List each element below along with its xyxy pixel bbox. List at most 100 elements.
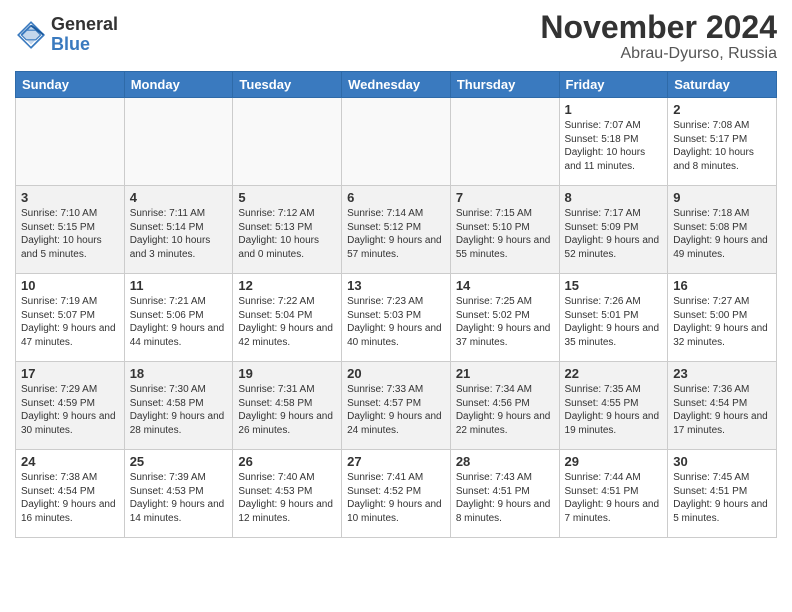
table-row xyxy=(124,98,233,186)
day-info: Sunrise: 7:10 AMSunset: 5:15 PMDaylight:… xyxy=(21,207,119,261)
day-info: Sunrise: 7:23 AMSunset: 5:03 PMDaylight:… xyxy=(347,295,445,349)
day-info: Sunrise: 7:19 AMSunset: 5:07 PMDaylight:… xyxy=(21,295,119,349)
day-number: 15 xyxy=(565,278,663,293)
calendar-table: Sunday Monday Tuesday Wednesday Thursday… xyxy=(15,71,777,538)
day-number: 18 xyxy=(130,366,228,381)
table-row: 13 Sunrise: 7:23 AMSunset: 5:03 PMDayligh… xyxy=(342,274,451,362)
day-number: 29 xyxy=(565,454,663,469)
day-number: 3 xyxy=(21,190,119,205)
calendar-week-row: 3 Sunrise: 7:10 AMSunset: 5:15 PMDaylight… xyxy=(16,186,777,274)
day-number: 11 xyxy=(130,278,228,293)
table-row: 24 Sunrise: 7:38 AMSunset: 4:54 PMDayligh… xyxy=(16,450,125,538)
day-number: 20 xyxy=(347,366,445,381)
col-thursday: Thursday xyxy=(450,72,559,98)
table-row: 5 Sunrise: 7:12 AMSunset: 5:13 PMDaylight… xyxy=(233,186,342,274)
day-info: Sunrise: 7:22 AMSunset: 5:04 PMDaylight:… xyxy=(238,295,336,349)
day-info: Sunrise: 7:11 AMSunset: 5:14 PMDaylight:… xyxy=(130,207,228,261)
day-info: Sunrise: 7:07 AMSunset: 5:18 PMDaylight:… xyxy=(565,119,663,173)
day-number: 8 xyxy=(565,190,663,205)
table-row: 18Sunrise: 7:30 AMSunset: 4:58 PMDayligh… xyxy=(124,362,233,450)
day-number: 17 xyxy=(21,366,119,381)
col-monday: Monday xyxy=(124,72,233,98)
day-info: Sunrise: 7:27 AMSunset: 5:00 PMDaylight:… xyxy=(673,295,771,349)
day-info: Sunrise: 7:31 AMSunset: 4:58 PMDaylight:… xyxy=(238,383,336,437)
day-number: 19 xyxy=(238,366,336,381)
day-info: Sunrise: 7:41 AMSunset: 4:52 PMDaylight:… xyxy=(347,471,445,525)
col-tuesday: Tuesday xyxy=(233,72,342,98)
day-info: Sunrise: 7:34 AMSunset: 4:56 PMDaylight:… xyxy=(456,383,554,437)
table-row: 6 Sunrise: 7:14 AMSunset: 5:12 PMDaylight… xyxy=(342,186,451,274)
day-info: Sunrise: 7:12 AMSunset: 5:13 PMDaylight:… xyxy=(238,207,336,261)
calendar-week-row: 1 Sunrise: 7:07 AMSunset: 5:18 PMDaylight… xyxy=(16,98,777,186)
table-row: 26Sunrise: 7:40 AMSunset: 4:53 PMDayligh… xyxy=(233,450,342,538)
table-row: 14 Sunrise: 7:25 AMSunset: 5:02 PMDayligh… xyxy=(450,274,559,362)
table-row: 17 Sunrise: 7:29 AMSunset: 4:59 PMDayligh… xyxy=(16,362,125,450)
table-row: 25 Sunrise: 7:39 AMSunset: 4:53 PMDayligh… xyxy=(124,450,233,538)
day-number: 4 xyxy=(130,190,228,205)
day-info: Sunrise: 7:29 AMSunset: 4:59 PMDaylight:… xyxy=(21,383,119,437)
col-friday: Friday xyxy=(559,72,668,98)
table-row xyxy=(450,98,559,186)
day-info: Sunrise: 7:15 AMSunset: 5:10 PMDaylight:… xyxy=(456,207,554,261)
day-number: 1 xyxy=(565,102,663,117)
day-info: Sunrise: 7:14 AMSunset: 5:12 PMDaylight:… xyxy=(347,207,445,261)
table-row: 19 Sunrise: 7:31 AMSunset: 4:58 PMDayligh… xyxy=(233,362,342,450)
table-row: 12Sunrise: 7:22 AMSunset: 5:04 PMDayligh… xyxy=(233,274,342,362)
day-info: Sunrise: 7:25 AMSunset: 5:02 PMDaylight:… xyxy=(456,295,554,349)
logo-general-text: General xyxy=(51,15,118,35)
table-row: 4 Sunrise: 7:11 AMSunset: 5:14 PMDaylight… xyxy=(124,186,233,274)
table-row: 2Sunrise: 7:08 AMSunset: 5:17 PMDaylight… xyxy=(668,98,777,186)
table-row: 1 Sunrise: 7:07 AMSunset: 5:18 PMDaylight… xyxy=(559,98,668,186)
calendar-week-row: 10 Sunrise: 7:19 AMSunset: 5:07 PMDayligh… xyxy=(16,274,777,362)
day-info: Sunrise: 7:21 AMSunset: 5:06 PMDaylight:… xyxy=(130,295,228,349)
day-info: Sunrise: 7:40 AMSunset: 4:53 PMDaylight:… xyxy=(238,471,336,525)
day-number: 24 xyxy=(21,454,119,469)
day-number: 25 xyxy=(130,454,228,469)
day-info: Sunrise: 7:17 AMSunset: 5:09 PMDaylight:… xyxy=(565,207,663,261)
day-info: Sunrise: 7:35 AMSunset: 4:55 PMDaylight:… xyxy=(565,383,663,437)
table-row xyxy=(233,98,342,186)
page-container: General Blue November 2024 Abrau-Dyurso,… xyxy=(0,0,792,553)
day-number: 22 xyxy=(565,366,663,381)
day-number: 28 xyxy=(456,454,554,469)
logo-icon xyxy=(15,19,47,51)
col-wednesday: Wednesday xyxy=(342,72,451,98)
logo-blue-text: Blue xyxy=(51,35,118,55)
day-info: Sunrise: 7:45 AMSunset: 4:51 PMDaylight:… xyxy=(673,471,771,525)
table-row: 22 Sunrise: 7:35 AMSunset: 4:55 PMDayligh… xyxy=(559,362,668,450)
day-number: 16 xyxy=(673,278,771,293)
table-row: 3 Sunrise: 7:10 AMSunset: 5:15 PMDaylight… xyxy=(16,186,125,274)
table-row: 27 Sunrise: 7:41 AMSunset: 4:52 PMDayligh… xyxy=(342,450,451,538)
day-info: Sunrise: 7:43 AMSunset: 4:51 PMDaylight:… xyxy=(456,471,554,525)
day-info: Sunrise: 7:39 AMSunset: 4:53 PMDaylight:… xyxy=(130,471,228,525)
day-number: 30 xyxy=(673,454,771,469)
calendar-header-row: Sunday Monday Tuesday Wednesday Thursday… xyxy=(16,72,777,98)
day-number: 5 xyxy=(238,190,336,205)
day-info: Sunrise: 7:33 AMSunset: 4:57 PMDaylight:… xyxy=(347,383,445,437)
col-sunday: Sunday xyxy=(16,72,125,98)
table-row: 10 Sunrise: 7:19 AMSunset: 5:07 PMDayligh… xyxy=(16,274,125,362)
logo-text: General Blue xyxy=(51,15,118,55)
day-number: 14 xyxy=(456,278,554,293)
col-saturday: Saturday xyxy=(668,72,777,98)
day-number: 10 xyxy=(21,278,119,293)
day-info: Sunrise: 7:38 AMSunset: 4:54 PMDaylight:… xyxy=(21,471,119,525)
day-info: Sunrise: 7:26 AMSunset: 5:01 PMDaylight:… xyxy=(565,295,663,349)
day-number: 13 xyxy=(347,278,445,293)
table-row: 23 Sunrise: 7:36 AMSunset: 4:54 PMDayligh… xyxy=(668,362,777,450)
table-row xyxy=(16,98,125,186)
logo: General Blue xyxy=(15,15,118,55)
day-number: 23 xyxy=(673,366,771,381)
day-info: Sunrise: 7:18 AMSunset: 5:08 PMDaylight:… xyxy=(673,207,771,261)
day-info: Sunrise: 7:08 AMSunset: 5:17 PMDaylight:… xyxy=(673,119,771,173)
day-info: Sunrise: 7:36 AMSunset: 4:54 PMDaylight:… xyxy=(673,383,771,437)
table-row: 11 Sunrise: 7:21 AMSunset: 5:06 PMDayligh… xyxy=(124,274,233,362)
calendar-week-row: 17 Sunrise: 7:29 AMSunset: 4:59 PMDayligh… xyxy=(16,362,777,450)
day-number: 27 xyxy=(347,454,445,469)
day-number: 6 xyxy=(347,190,445,205)
table-row: 8 Sunrise: 7:17 AMSunset: 5:09 PMDaylight… xyxy=(559,186,668,274)
table-row: 15 Sunrise: 7:26 AMSunset: 5:01 PMDayligh… xyxy=(559,274,668,362)
table-row: 28 Sunrise: 7:43 AMSunset: 4:51 PMDayligh… xyxy=(450,450,559,538)
table-row xyxy=(342,98,451,186)
table-row: 7Sunrise: 7:15 AMSunset: 5:10 PMDaylight… xyxy=(450,186,559,274)
